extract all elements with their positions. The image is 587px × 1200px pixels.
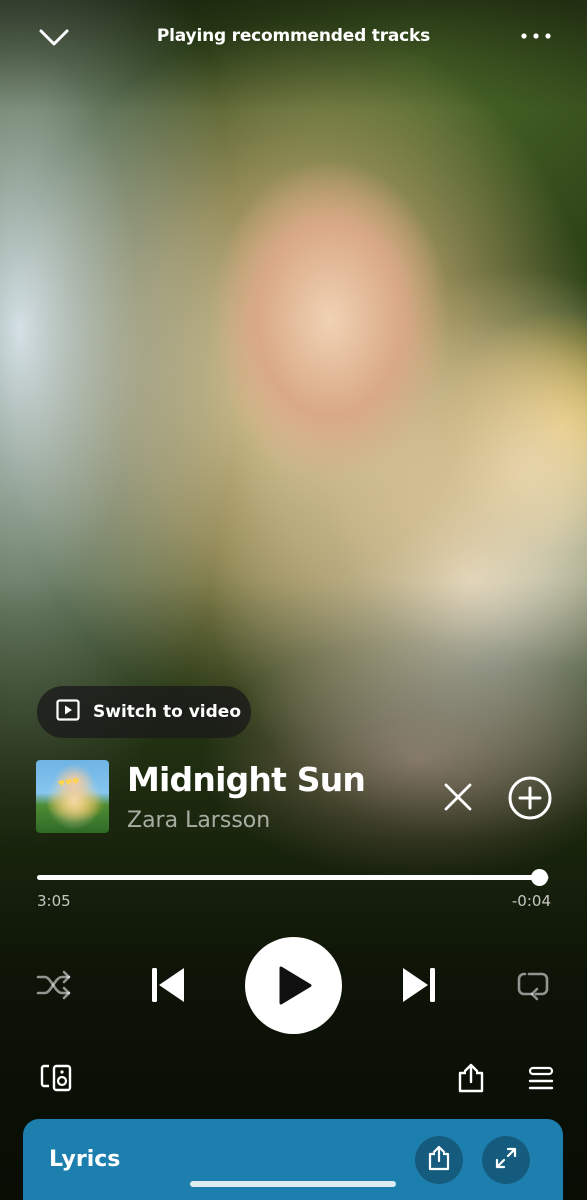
lyrics-card[interactable]: Lyrics	[23, 1119, 563, 1200]
queue-icon[interactable]	[528, 1066, 554, 1092]
cover-lettering: ♥♥♥	[57, 776, 81, 789]
switch-to-video-button[interactable]: Switch to video	[37, 686, 251, 738]
repeat-icon[interactable]	[515, 970, 551, 1002]
bottom-shade	[0, 580, 587, 1200]
lyrics-expand-button[interactable]	[482, 1136, 530, 1184]
top-bar: Playing recommended tracks	[0, 18, 587, 58]
playing-context-title: Playing recommended tracks	[156, 26, 431, 46]
skip-next-icon[interactable]	[401, 966, 437, 1004]
elapsed-time: 3:05	[37, 892, 71, 910]
play-icon	[245, 966, 342, 1038]
video-icon	[56, 699, 80, 725]
progress-bar[interactable]	[37, 869, 549, 886]
close-icon[interactable]	[440, 779, 476, 815]
track-title[interactable]: Midnight Sun	[127, 760, 366, 799]
lyrics-label: Lyrics	[49, 1147, 121, 1172]
skip-previous-icon[interactable]	[150, 966, 186, 1004]
progress-handle[interactable]	[530, 869, 548, 886]
track-artist[interactable]: Zara Larsson	[127, 808, 270, 833]
share-icon[interactable]	[456, 1062, 486, 1094]
lyrics-share-button[interactable]	[415, 1136, 463, 1184]
switch-to-video-label: Switch to video	[93, 702, 242, 722]
remaining-time: -0:04	[511, 892, 551, 910]
album-cover[interactable]: ♥♥♥	[36, 760, 109, 833]
home-indicator[interactable]	[190, 1181, 396, 1187]
progress-fill	[37, 875, 539, 880]
add-circle-icon[interactable]	[507, 775, 553, 821]
shuffle-icon[interactable]	[36, 968, 72, 1002]
share-icon	[427, 1145, 451, 1175]
connect-device-icon[interactable]	[40, 1063, 74, 1093]
expand-icon	[494, 1146, 518, 1174]
more-options-icon[interactable]	[519, 24, 553, 48]
play-button[interactable]	[245, 937, 342, 1034]
